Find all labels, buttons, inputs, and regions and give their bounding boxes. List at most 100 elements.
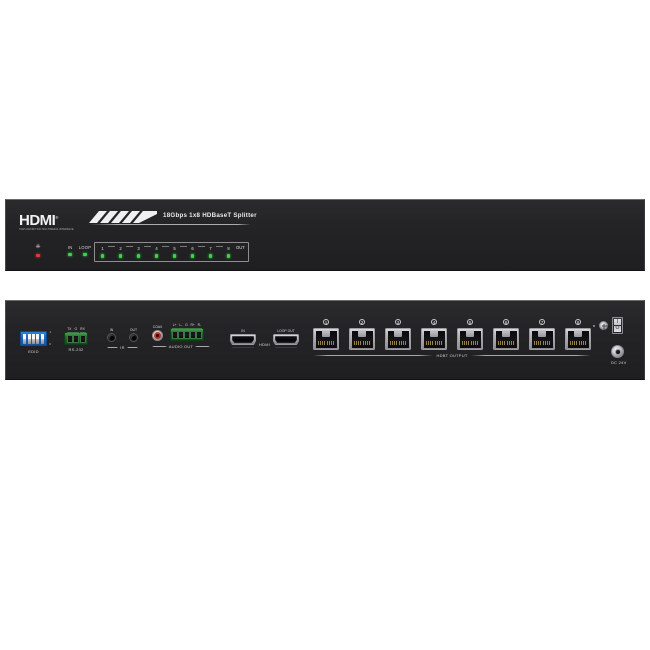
balanced-audio-group: L+ L- G R+ R- [170,323,204,341]
output-channel: 8 [224,246,233,258]
edid-dip-toggle[interactable] [36,333,40,344]
rj45-cavity [495,330,517,348]
indicator-in-label: IN [67,245,73,250]
ir-out-label: OUT [129,328,138,332]
rear-panel: 1 0 EDID TX G RX RS-232 IN OUT IR COAX L… [5,300,645,380]
rj45-cavity [531,330,553,348]
output-channel: 7 [206,246,215,258]
indicator-loop: LOOP [77,245,93,257]
hdmi-wordmark-text: HDMI [19,212,56,229]
rj45-contact-pins [497,341,515,345]
power-led [36,254,40,258]
hdbt-rj45-port[interactable] [493,328,519,350]
output-channel-led [208,254,213,258]
edid-dip-toggle[interactable] [40,333,44,344]
output-channel-led [154,254,159,258]
dc-power-group: DC 24V [611,345,627,365]
output-channel-number: 8 [227,246,230,252]
front-indicator-row: ⎈ IN LOOP 1 2 3 4 5 6 7 8 OUT [6,242,644,266]
output-channel-number: 7 [209,246,212,252]
edid-tick-bottom: 0 [49,342,51,346]
hdbt-port-group: 5 [457,319,483,350]
power-rocker-switch[interactable]: I O [612,317,623,334]
hdbt-caption: HDBT OUTPUT [436,353,468,358]
output-channel: 1 [98,246,107,258]
rs232-terminal-block[interactable] [64,331,88,345]
edid-dip-group: 1 0 EDID [20,331,51,354]
hdbt-rj45-port[interactable] [349,328,375,350]
ir-in-jack[interactable] [107,333,116,342]
hdbt-rail-left [313,355,434,356]
ir-in-port-group: IN [107,328,116,342]
hdmi-loop-out-label: LOOP OUT [277,329,295,333]
hdbt-port-group: 8 [565,319,591,350]
power-switch-off-mark: O [614,325,621,332]
hdbt-port-number: 5 [467,319,473,325]
chassis-screw [593,324,595,327]
hdbt-output-group: 1 2 3 4 5 6 7 8 HDBT OUTPUT [313,319,591,358]
rj45-latch-icon [502,330,510,337]
edid-dip-toggle[interactable] [27,333,31,344]
rj45-contact-pins [353,341,371,345]
edid-dip-toggle[interactable] [31,333,35,344]
ir-group: IN OUT IR [107,328,138,350]
output-channel-led [100,254,105,258]
rs232-pin-label: G [74,327,78,331]
hdbt-rj45-port[interactable] [529,328,555,350]
rj45-cavity [315,330,337,348]
indicator-loop-led [83,253,87,257]
hdbt-port-group: 7 [529,319,555,350]
audio-terminal-block[interactable] [170,327,204,341]
output-channel-number: 2 [119,246,122,252]
hdbt-rj45-port[interactable] [385,328,411,350]
hdbt-port-group: 6 [493,319,519,350]
hdbt-rj45-port[interactable] [565,328,591,350]
hdmi-group: IN LOOP OUT HDMI [230,329,299,348]
rj45-contact-pins [425,341,443,345]
hdmi-wordmark: HDMI® [19,210,81,228]
hdbt-rj45-port[interactable] [421,328,447,350]
audio-pin-labels: L+ L- G R+ R- [170,323,204,327]
front-panel: HDMI® HIGH-DEFINITION MULTIMEDIA INTERFA… [5,199,645,271]
output-channel-number: 4 [155,246,158,252]
rj45-cavity [351,330,373,348]
edid-dip-switch[interactable] [20,331,47,346]
audio-group: COAX L+ L- G R+ R- AUDIO OUT [152,323,211,349]
power-indicator: ⎈ [31,244,45,258]
indicator-in: IN [64,245,76,257]
power-control-group: I O [593,317,623,334]
output-channel-number: 1 [101,246,104,252]
output-channel-number: 6 [191,246,194,252]
hdbt-rj45-port[interactable] [457,328,483,350]
output-channel-led [190,254,195,258]
hdbt-port-number: 8 [575,319,581,325]
rj45-cavity [567,330,589,348]
output-channel: 3 [134,246,143,258]
rj45-contact-pins [569,341,587,345]
hdbt-port-group: 4 [421,319,447,350]
ir-out-jack[interactable] [129,333,138,342]
coax-rca-jack[interactable] [152,330,163,341]
rj45-latch-icon [394,330,402,337]
dc-caption: DC 24V [611,360,627,365]
product-title: 18Gbps 1x8 HDBaseT Splitter [163,212,257,219]
product-image-stage: HDMI® HIGH-DEFINITION MULTIMEDIA INTERFA… [0,0,650,650]
edid-dip-toggle[interactable] [23,333,27,344]
hdbt-port-group: 1 [313,319,339,350]
rj45-latch-icon [430,330,438,337]
hdmi-logo: HDMI® HIGH-DEFINITION MULTIMEDIA INTERFA… [19,210,81,232]
coax-port-group: COAX [152,325,163,341]
hdbt-rj45-port[interactable] [313,328,339,350]
output-channel: 4 [152,246,161,258]
hdmi-in-label: IN [241,329,245,333]
power-switch-on-mark: I [614,319,621,326]
output-channel: 5 [170,246,179,258]
audio-pin-label: L- [179,323,183,327]
ground-screw-icon [599,321,608,330]
dc-power-jack[interactable] [611,345,624,358]
hdmi-caption: HDMI [258,342,271,347]
output-channel-separator [126,246,133,247]
output-channel-led [172,254,177,258]
rj45-cavity [387,330,409,348]
rs232-pin-label: TX [67,327,72,331]
